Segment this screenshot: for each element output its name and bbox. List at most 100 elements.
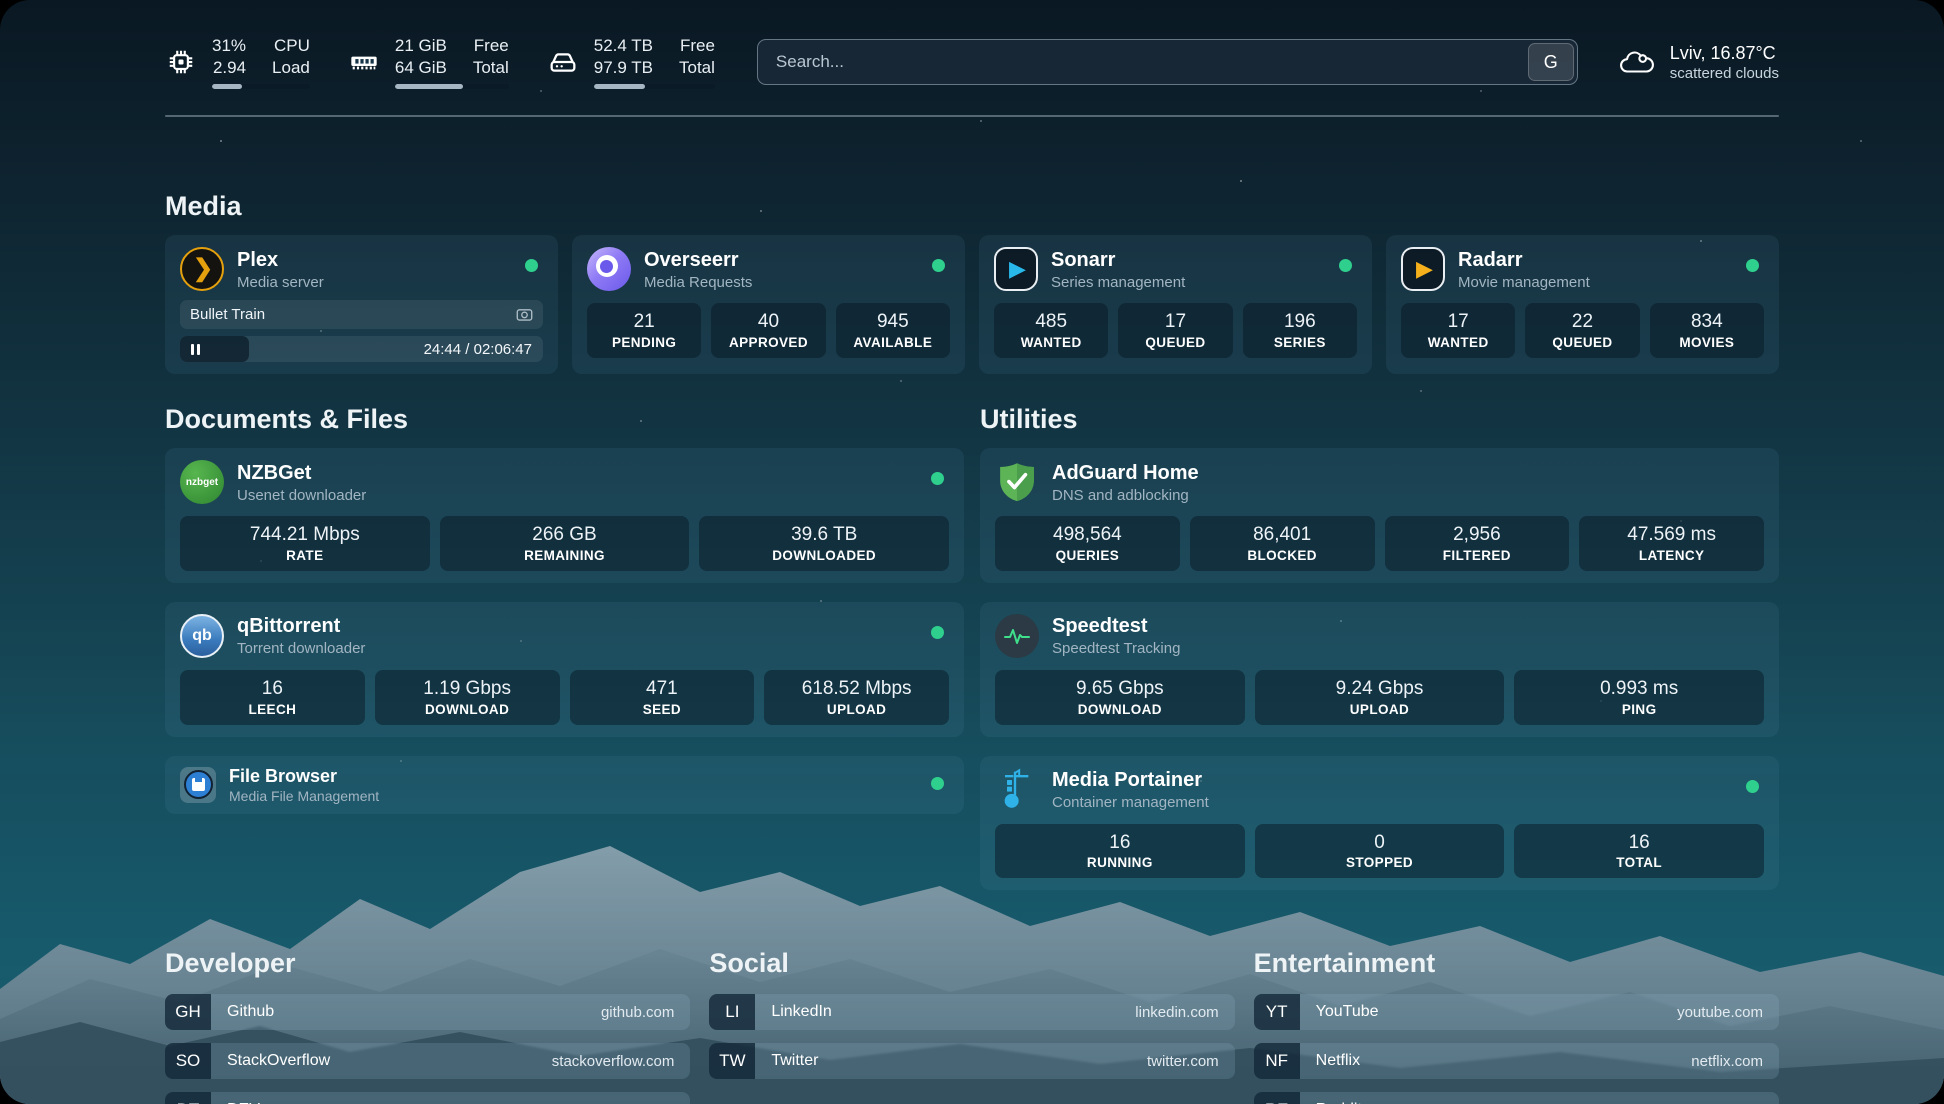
disk-progress-bar xyxy=(594,84,715,89)
nzbget-icon: nzbget xyxy=(180,460,224,504)
qbittorrent-card[interactable]: qb qBittorrent Torrent downloader 16 xyxy=(165,602,964,737)
sonarr-card[interactable]: ▶ Sonarr Series management 485 WANTED xyxy=(979,235,1372,374)
stat-value: 498,564 xyxy=(999,523,1176,547)
developer-section-title: Developer xyxy=(165,948,690,979)
speedtest-card[interactable]: Speedtest Speedtest Tracking 9.65 Gbps D… xyxy=(980,602,1779,737)
stat-box: 1.19 Gbps DOWNLOAD xyxy=(375,670,560,725)
stat-label: LATENCY xyxy=(1583,548,1760,563)
stat-value: 618.52 Mbps xyxy=(768,677,945,701)
stat-box: 266 GB REMAINING xyxy=(440,516,690,571)
status-dot xyxy=(932,259,945,272)
google-search-button[interactable]: G xyxy=(1528,43,1574,81)
overseerr-card[interactable]: Overseerr Media Requests 21 PENDING 40 A… xyxy=(572,235,965,374)
section-entertainment: Entertainment YT YouTube youtube.com NF … xyxy=(1254,948,1779,1104)
radarr-icon: ▶ xyxy=(1401,247,1445,291)
stat-label: REMAINING xyxy=(444,548,686,563)
bookmark-netflix[interactable]: NF Netflix netflix.com xyxy=(1254,1043,1779,1079)
stat-label: RUNNING xyxy=(999,855,1241,870)
radarr-card[interactable]: ▶ Radarr Movie management 17 WANTED xyxy=(1386,235,1779,374)
service-title: qBittorrent xyxy=(237,614,365,638)
utilities-section-title: Utilities xyxy=(980,404,1779,435)
section-documents: Documents & Files nzbget NZBGet Usenet d… xyxy=(165,404,964,814)
stat-value: 17 xyxy=(1405,310,1511,334)
stat-label: FILTERED xyxy=(1389,548,1566,563)
disk-icon xyxy=(547,46,579,78)
stat-value: 945 xyxy=(840,310,946,334)
service-description: Container management xyxy=(1052,794,1209,811)
status-dot xyxy=(931,626,944,639)
cpu-widget: 31% 2.94 CPU Load xyxy=(165,35,310,90)
section-developer: Developer GH Github github.com SO StackO… xyxy=(165,948,690,1104)
memory-total-value: 64 GiB xyxy=(395,57,447,79)
stat-label: RATE xyxy=(184,548,426,563)
adguard-card[interactable]: AdGuard Home DNS and adblocking 498,564 … xyxy=(980,448,1779,583)
bookmark-github[interactable]: GH Github github.com xyxy=(165,994,690,1030)
stat-label: WANTED xyxy=(998,335,1104,350)
topbar-divider xyxy=(165,115,1779,117)
stat-box: 834 MOVIES xyxy=(1650,303,1764,358)
plex-card[interactable]: ❯ Plex Media server Bullet Train xyxy=(165,235,558,374)
stat-label: BLOCKED xyxy=(1194,548,1371,563)
bookmark-youtube[interactable]: YT YouTube youtube.com xyxy=(1254,994,1779,1030)
bookmark-reddit[interactable]: RE Reddit reddit.com xyxy=(1254,1092,1779,1104)
now-playing-title: Bullet Train xyxy=(190,306,265,323)
stat-value: 86,401 xyxy=(1194,523,1371,547)
service-title: Overseerr xyxy=(644,248,752,272)
bookmark-abbr: RE xyxy=(1254,1092,1300,1104)
search-input[interactable] xyxy=(757,39,1578,85)
stat-value: 471 xyxy=(574,677,751,701)
stat-value: 21 xyxy=(591,310,697,334)
filebrowser-card[interactable]: File Browser Media File Management xyxy=(165,756,964,815)
overseerr-icon xyxy=(587,247,631,291)
nzbget-card[interactable]: nzbget NZBGet Usenet downloader 744.21 M… xyxy=(165,448,964,583)
stat-box: 744.21 Mbps RATE xyxy=(180,516,430,571)
portainer-card[interactable]: Media Portainer Container management 16 … xyxy=(980,756,1779,891)
stat-label: STOPPED xyxy=(1259,855,1501,870)
stat-label: QUEUED xyxy=(1122,335,1228,350)
stat-box: 47.569 ms LATENCY xyxy=(1579,516,1764,571)
playback-progress-bar[interactable]: 24:44 / 02:06:47 xyxy=(180,336,543,362)
stat-box: 9.65 Gbps DOWNLOAD xyxy=(995,670,1245,725)
filebrowser-icon xyxy=(180,767,216,803)
stat-label: UPLOAD xyxy=(768,702,945,717)
service-title: Plex xyxy=(237,248,324,272)
stat-label: DOWNLOAD xyxy=(379,702,556,717)
bookmark-name: LinkedIn xyxy=(771,1003,832,1021)
bookmark-stackoverflow[interactable]: SO StackOverflow stackoverflow.com xyxy=(165,1043,690,1079)
bookmark-url: youtube.com xyxy=(1677,1004,1763,1021)
stat-value: 16 xyxy=(184,677,361,701)
service-description: Media File Management xyxy=(229,788,379,804)
bookmark-twitter[interactable]: TW Twitter twitter.com xyxy=(709,1043,1234,1079)
service-title: AdGuard Home xyxy=(1052,461,1199,485)
social-section-title: Social xyxy=(709,948,1234,979)
bookmark-abbr: LI xyxy=(709,994,755,1030)
service-title: Speedtest xyxy=(1052,614,1180,638)
service-description: Usenet downloader xyxy=(237,487,366,504)
stat-label: DOWNLOAD xyxy=(999,702,1241,717)
bookmark-abbr: SO xyxy=(165,1043,211,1079)
stat-label: QUEUED xyxy=(1529,335,1635,350)
stat-box: 0.993 ms PING xyxy=(1514,670,1764,725)
memory-progress-bar xyxy=(395,84,509,89)
plex-icon: ❯ xyxy=(180,247,224,291)
stat-label: SEED xyxy=(574,702,751,717)
bookmark-dev[interactable]: DT DEV dev.to xyxy=(165,1092,690,1104)
cloud-icon xyxy=(1618,47,1656,77)
status-dot xyxy=(525,259,538,272)
bookmark-name: Twitter xyxy=(771,1052,818,1070)
pause-icon xyxy=(191,344,200,355)
cpu-load-value: 2.94 xyxy=(213,57,246,79)
stat-value: 266 GB xyxy=(444,523,686,547)
stat-value: 40 xyxy=(715,310,821,334)
stat-value: 1.19 Gbps xyxy=(379,677,556,701)
stat-value: 2,956 xyxy=(1389,523,1566,547)
bookmark-linkedin[interactable]: LI LinkedIn linkedin.com xyxy=(709,994,1234,1030)
status-dot xyxy=(1746,780,1759,793)
service-title: NZBGet xyxy=(237,461,366,485)
bookmark-abbr: DT xyxy=(165,1092,211,1104)
stat-value: 0 xyxy=(1259,831,1501,855)
system-widgets: 31% 2.94 CPU Load xyxy=(165,35,715,90)
stat-box: 16 LEECH xyxy=(180,670,365,725)
stat-box: 86,401 BLOCKED xyxy=(1190,516,1375,571)
status-dot xyxy=(931,777,944,790)
